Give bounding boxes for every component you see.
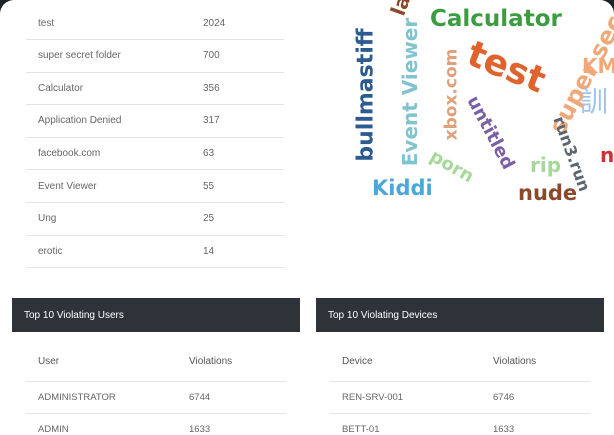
dashboard-panel: test 2024 super secret folder 700 Calcul…: [0, 0, 614, 435]
device-name: REN-SRV-001: [342, 392, 404, 403]
table-row[interactable]: BETT-01 1633: [330, 414, 590, 435]
table-header: Device Violations: [330, 342, 590, 382]
table-row[interactable]: Calculator 356: [26, 73, 284, 106]
devices-table: Device Violations REN-SRV-001 6746 BETT-…: [330, 342, 590, 435]
item-count: 63: [203, 148, 215, 160]
word-cloud: lal Calculator test super secre KMA bull…: [300, 0, 614, 250]
item-name: Ung: [38, 213, 57, 225]
item-name: facebook.com: [38, 148, 101, 160]
table-header: User Violations: [26, 342, 286, 382]
table-row[interactable]: Ung 25: [26, 203, 284, 236]
item-name: Application Denied: [38, 115, 122, 127]
item-count: 55: [203, 180, 215, 192]
violation-count: 6744: [189, 392, 211, 403]
item-name: Calculator: [38, 82, 84, 94]
word-cloud-word[interactable]: xbox.com: [441, 49, 461, 141]
word-cloud-word[interactable]: 訓: [580, 88, 608, 116]
column-header-user[interactable]: User: [26, 356, 189, 367]
word-cloud-word[interactable]: lal: [386, 0, 418, 19]
column-header-violations[interactable]: Violations: [493, 356, 536, 367]
item-count: 700: [203, 50, 220, 62]
top-items-table: test 2024 super secret folder 700 Calcul…: [26, 8, 284, 269]
users-section-header: Top 10 Violating Users: [12, 298, 300, 332]
item-count: 317: [203, 115, 220, 127]
section-title: Top 10 Violating Devices: [328, 309, 438, 321]
word-cloud-word[interactable]: Calculator: [430, 8, 562, 31]
table-row[interactable]: erotic 14: [26, 236, 284, 269]
table-row[interactable]: ADMINISTRATOR 6744: [26, 382, 286, 414]
users-table: User Violations ADMINISTRATOR 6744 ADMIN…: [26, 342, 286, 435]
section-title: Top 10 Violating Users: [24, 309, 124, 321]
column-header-violations[interactable]: Violations: [189, 356, 232, 367]
item-count: 25: [203, 213, 215, 225]
word-cloud-word[interactable]: rip: [530, 155, 561, 175]
table-row[interactable]: Event Viewer 55: [26, 170, 284, 203]
item-count: 356: [203, 82, 220, 94]
table-row[interactable]: REN-SRV-001 6746: [330, 382, 590, 414]
word-cloud-word[interactable]: Event Viewer: [398, 18, 422, 166]
device-name: BETT-01: [342, 424, 380, 435]
item-name: super secret folder: [38, 50, 121, 62]
word-cloud-word[interactable]: untitled: [462, 92, 518, 173]
table-row[interactable]: test 2024: [26, 8, 284, 40]
word-cloud-word[interactable]: nude: [518, 183, 577, 204]
word-cloud-word[interactable]: test: [461, 33, 551, 101]
violation-count: 1633: [493, 424, 515, 435]
table-row[interactable]: super secret folder 700: [26, 40, 284, 73]
word-cloud-word[interactable]: bullmastiff: [354, 28, 379, 161]
item-count: 14: [203, 245, 215, 257]
table-row[interactable]: facebook.com 63: [26, 138, 284, 171]
user-name: ADMIN: [38, 424, 69, 435]
user-name: ADMINISTRATOR: [38, 392, 116, 403]
devices-section-header: Top 10 Violating Devices: [316, 298, 604, 332]
item-name: Event Viewer: [38, 180, 97, 192]
item-name: test: [38, 18, 55, 29]
table-row[interactable]: Application Denied 317: [26, 105, 284, 138]
word-cloud-word[interactable]: KMA: [582, 56, 614, 76]
word-cloud-word[interactable]: n: [600, 145, 614, 165]
item-name: erotic: [38, 245, 63, 257]
table-row[interactable]: ADMIN 1633: [26, 414, 286, 435]
word-cloud-word[interactable]: porn: [426, 146, 477, 188]
column-header-device[interactable]: Device: [330, 356, 493, 367]
violation-count: 1633: [189, 424, 211, 435]
violation-count: 6746: [493, 392, 515, 403]
item-count: 2024: [203, 18, 226, 29]
word-cloud-word[interactable]: Kiddi: [372, 178, 433, 199]
